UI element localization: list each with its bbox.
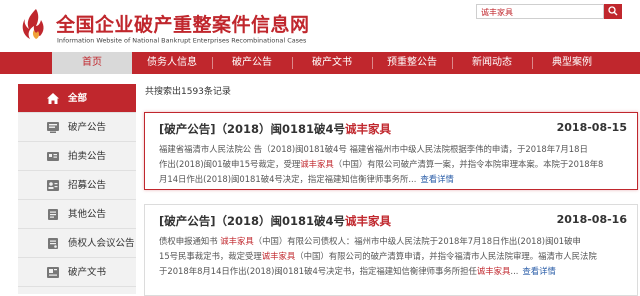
summary-text: （中国）有限公司债权人：福州市中级人民法院于2018年7月18日作出(2018)… — [253, 236, 581, 246]
nav-debtor-info[interactable]: 债务人信息 — [132, 52, 212, 74]
nav-typical-cases[interactable]: 典型案例 — [532, 52, 612, 74]
sidebar-item-label: 破产文书 — [68, 267, 107, 278]
result-card-date: 2018-08-16 — [556, 213, 627, 226]
result-card-title[interactable]: [破产公告]（2018）闽0181破4号诚丰家具 — [159, 121, 391, 137]
summary-line: 作出(2018)闽01破申15号裁定，受理诚丰家具（中国）有限公司破产清算一案，… — [159, 157, 625, 172]
sidebar: 全部 破产公告 拍卖公告 招募公告 其他公告 债权人会议公告 破产文书 — [18, 84, 136, 294]
sidebar-item-label: 其他公告 — [68, 209, 107, 220]
summary-text: 于2018年8月14日作出(2018)闽0181破4号决定书，指定福建知信衡律师… — [159, 266, 477, 276]
document-icon — [47, 267, 59, 278]
sidebar-item-label: 全部 — [68, 93, 88, 104]
result-card-summary: 福建省福清市人民法院公 告（2018)闽0181破4号 福建省福州市中级人民法院… — [159, 142, 625, 187]
keyword-highlight: 诚丰家具 — [300, 159, 334, 169]
summary-text: 作出(2018)闽01破申15号裁定，受理 — [159, 159, 301, 169]
keyword-highlight: 诚丰家具 — [261, 251, 296, 261]
summary-text: （中国）有限公司破产清算一案，并指令本院审理本案。本院于2018年8 — [333, 159, 604, 169]
result-card-date: 2018-08-15 — [556, 121, 627, 134]
notice-icon — [48, 209, 58, 220]
sidebar-item-bankruptcy-notice[interactable]: 破产公告 — [18, 113, 136, 142]
summary-text: 15号民事裁定书，裁定受理 — [159, 251, 262, 261]
flame-logo-icon[interactable] — [20, 8, 50, 42]
summary-line: 于2018年8月14日作出(2018)闽0181破4号决定书，指定福建知信衡律师… — [159, 264, 625, 279]
sidebar-item-recruit-notice[interactable]: 招募公告 — [18, 171, 136, 200]
view-details-link[interactable]: 查看详情 — [522, 266, 556, 276]
nav-pre-reorganization[interactable]: 预重整公告 — [372, 52, 452, 74]
search-icon — [608, 6, 618, 16]
result-card-title[interactable]: [破产公告]（2018）闽0181破4号诚丰家具 — [159, 213, 391, 229]
summary-line: 福建省福清市人民法院公 告（2018)闽0181破4号 福建省福州市中级人民法院… — [159, 144, 588, 154]
result-card[interactable]: [破产公告]（2018）闽0181破4号诚丰家具 2018-08-15 福建省福… — [144, 112, 638, 190]
keyword-highlight: 诚丰家具 — [476, 266, 511, 276]
sidebar-item-other-notice[interactable]: 其他公告 — [18, 200, 136, 229]
main-nav: 首页 债务人信息 破产公告 破产文书 预重整公告 新闻动态 典型案例 — [0, 52, 640, 74]
gavel-icon — [47, 122, 59, 133]
nav-bankruptcy-documents[interactable]: 破产文书 — [292, 52, 372, 74]
meeting-icon — [48, 238, 58, 249]
nav-bankruptcy-notice[interactable]: 破产公告 — [212, 52, 292, 74]
recruit-icon — [47, 180, 59, 191]
home-icon — [47, 93, 59, 104]
sidebar-item-label: 拍卖公告 — [68, 151, 107, 162]
summary-line: 月14日作出(2018)闽0181破4号决定，指定福建知信衡律师事务所... 查看… — [159, 172, 625, 187]
summary-text: 债权申报通知书 — [159, 236, 221, 246]
card-title-highlight: 诚丰家具 — [345, 122, 392, 136]
sidebar-item-label: 破产公告 — [68, 122, 107, 133]
result-card[interactable]: [破产公告]（2018）闽0181破4号诚丰家具 2018-08-16 债权申报… — [144, 204, 638, 296]
result-count: 共搜索出1593条记录 — [145, 87, 231, 97]
card-title-prefix: [破产公告]（2018）闽0181破4号 — [159, 214, 346, 228]
summary-text: （中国）有限公司的破产清算申请，并指令福清市人民法院审理。福清市人民法院 — [295, 251, 597, 261]
nav-news[interactable]: 新闻动态 — [452, 52, 532, 74]
sidebar-item-creditor-meeting[interactable]: 债权人会议公告 — [18, 229, 136, 258]
sidebar-item-bankruptcy-documents[interactable]: 破产文书 — [18, 258, 136, 287]
sidebar-item-label: 招募公告 — [68, 180, 107, 191]
site-title: 全国企业破产重整案件信息网 — [56, 14, 310, 36]
search-input[interactable]: 诚丰家具 — [476, 4, 604, 19]
summary-line: 15号民事裁定书，裁定受理诚丰家具（中国）有限公司的破产清算申请，并指令福清市人… — [159, 249, 625, 264]
nav-home[interactable]: 首页 — [52, 52, 132, 74]
summary-text: 月14日作出(2018)闽0181破4号决定，指定福建知信衡律师事务所... — [159, 174, 417, 184]
result-card-summary: 债权申报通知书 诚丰家具（中国）有限公司债权人：福州市中级人民法院于2018年7… — [159, 234, 625, 279]
auction-icon — [47, 152, 59, 161]
summary-text: ... — [510, 266, 519, 276]
card-title-highlight: 诚丰家具 — [345, 214, 392, 228]
site-subtitle-en: Information Website of National Bankrupt… — [57, 37, 307, 45]
sidebar-item-all[interactable]: 全部 — [18, 84, 136, 113]
sidebar-item-label: 债权人会议公告 — [68, 238, 135, 249]
card-title-prefix: [破产公告]（2018）闽0181破4号 — [159, 122, 346, 136]
view-details-link[interactable]: 查看详情 — [420, 174, 454, 184]
summary-line: 债权申报通知书 诚丰家具（中国）有限公司债权人：福州市中级人民法院于2018年7… — [159, 234, 625, 249]
search-button[interactable] — [604, 4, 622, 19]
keyword-highlight: 诚丰家具 — [220, 236, 254, 246]
site-header: 全国企业破产重整案件信息网 Information Website of Nat… — [0, 0, 640, 52]
sidebar-item-auction-notice[interactable]: 拍卖公告 — [18, 142, 136, 171]
